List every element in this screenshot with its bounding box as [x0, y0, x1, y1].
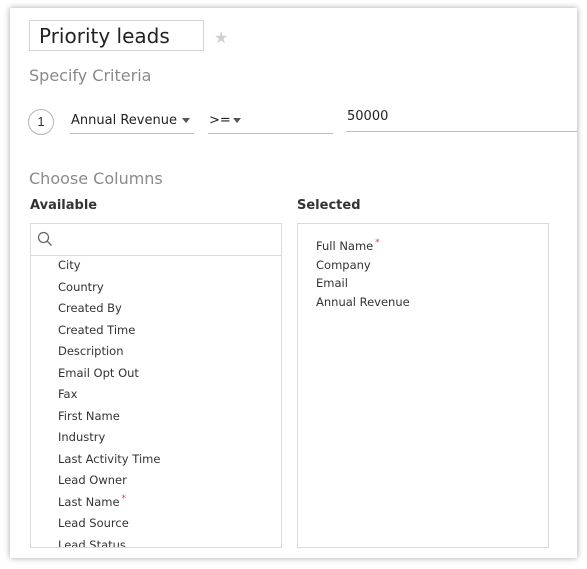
available-item[interactable]: Industry	[31, 428, 281, 450]
selected-item-label: Full Name	[316, 239, 374, 253]
custom-view-editor: Priority leads ★ Specify Criteria 1 Annu…	[10, 8, 577, 558]
selected-item[interactable]: Annual Revenue	[298, 293, 548, 312]
available-item[interactable]: Lead Status	[31, 536, 281, 548]
available-item-label: First Name	[58, 408, 120, 423]
selected-item[interactable]: Full Name *	[298, 237, 548, 256]
available-item-label: Lead Status	[58, 537, 126, 548]
criteria-value-input[interactable]: 50000	[346, 104, 577, 132]
selected-label: Selected	[297, 198, 361, 213]
available-item[interactable]: Lead Owner	[31, 471, 281, 493]
available-columns-list[interactable]: City Country Created By Created Time Descrip…	[30, 223, 282, 548]
available-item-label: Industry	[58, 430, 106, 444]
available-item[interactable]: Last Activity Time	[31, 450, 281, 472]
available-search-input[interactable]	[31, 224, 281, 256]
selected-item-label: Email	[316, 276, 348, 291]
selected-item-label: Company	[316, 257, 371, 272]
selected-columns-list[interactable]: Full Name * Company Email Annual Revenue	[297, 223, 549, 548]
available-item-label: Lead Owner	[58, 473, 127, 487]
criteria-step-number: 1	[28, 109, 54, 135]
available-items: City Country Created By Created Time Descrip…	[31, 256, 281, 548]
caret-down-icon	[233, 118, 241, 123]
criteria-field-value: Annual Revenue	[71, 113, 177, 128]
selected-item[interactable]: Company	[298, 256, 548, 275]
available-label: Available	[30, 198, 98, 213]
selected-item[interactable]: Email	[298, 274, 548, 293]
available-item[interactable]: Lead Source	[31, 514, 281, 536]
caret-down-icon	[182, 118, 190, 123]
criteria-field-select[interactable]: Annual Revenue	[70, 109, 194, 134]
available-item-label: Email Opt Out	[58, 365, 139, 380]
selected-items: Full Name * Company Email Annual Revenue	[298, 224, 548, 312]
star-icon[interactable]: ★	[214, 28, 228, 48]
criteria-operator-select[interactable]: >=	[208, 109, 333, 134]
selected-item-label: Annual Revenue	[316, 295, 410, 310]
available-item-label: Lead Source	[58, 516, 129, 530]
available-item-label: Description	[58, 344, 124, 358]
available-item[interactable]: City	[31, 256, 281, 278]
available-item-label: Fax	[58, 387, 78, 401]
available-item[interactable]: Description	[31, 342, 281, 364]
search-icon	[37, 231, 52, 246]
available-item[interactable]: Email Opt Out	[31, 364, 281, 386]
required-marker: *	[375, 238, 380, 248]
available-item[interactable]: Created Time	[31, 321, 281, 343]
available-item-label: Created By	[58, 301, 122, 315]
criteria-operator-value: >=	[209, 113, 231, 128]
available-item-label: Last Name	[58, 494, 120, 509]
available-item-label: Country	[58, 279, 104, 294]
required-marker: *	[121, 493, 127, 504]
available-item[interactable]: Created By	[31, 299, 281, 321]
choose-columns-heading: Choose Columns	[29, 169, 163, 188]
available-item-label: Created Time	[58, 322, 136, 337]
available-item[interactable]: Country	[31, 278, 281, 300]
available-item[interactable]: First Name	[31, 407, 281, 429]
view-name-input[interactable]: Priority leads	[29, 20, 204, 51]
available-item-label: Last Activity Time	[58, 451, 161, 466]
criteria-value-text: 50000	[347, 109, 389, 124]
specify-criteria-heading: Specify Criteria	[29, 66, 152, 85]
available-item-label: City	[58, 258, 81, 272]
available-item[interactable]: Last Name *	[31, 493, 281, 515]
available-item[interactable]: Fax	[31, 385, 281, 407]
